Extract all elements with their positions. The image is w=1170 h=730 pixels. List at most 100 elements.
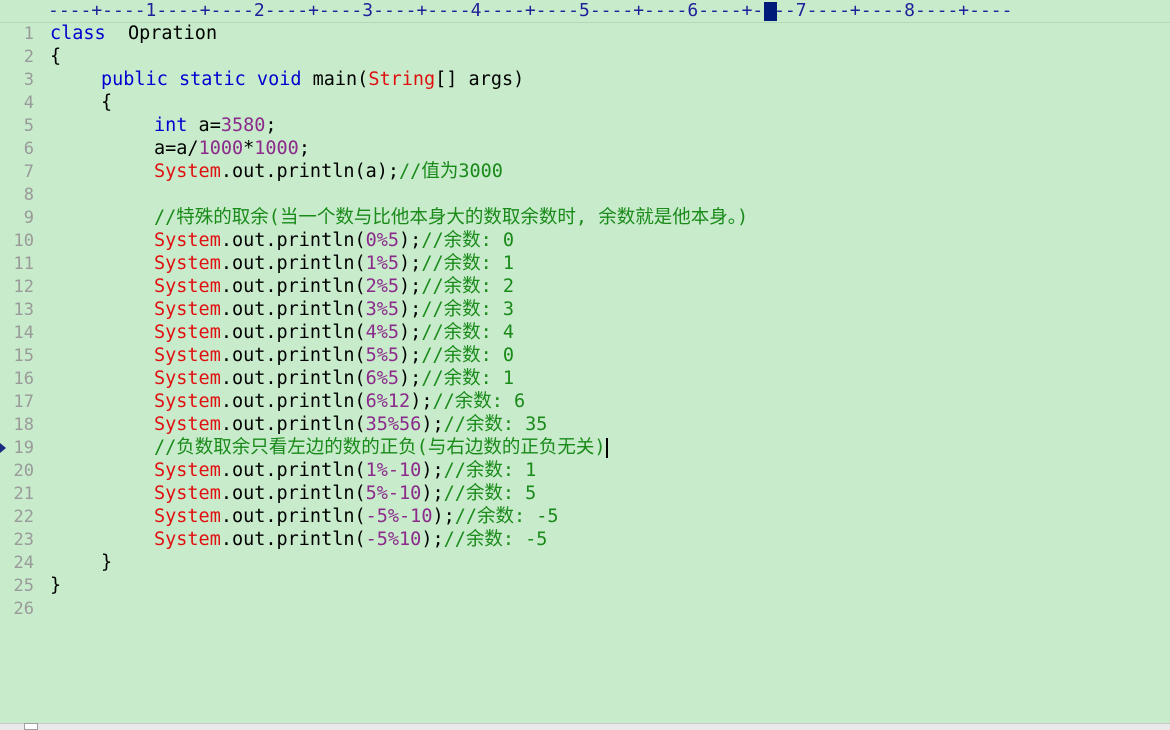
text-editor[interactable]: ----+----1----+----2----+----3----+----4… [0, 0, 1170, 730]
line-number: 23 [13, 530, 34, 550]
number-literal: 2%5 [365, 276, 400, 297]
code-line[interactable]: System.out.println(6%5);//余数: 1 [154, 367, 514, 390]
class-declaration-name: Opration [105, 23, 218, 44]
class-name: System [154, 391, 221, 412]
code-text: .out.println( [220, 483, 366, 504]
code-line-current[interactable]: //负数取余只看左边的数的正负(与右边数的正负无关) [154, 436, 608, 459]
code-text: .out.println( [220, 299, 366, 320]
code-text: ); [432, 506, 455, 527]
class-name: System [154, 506, 221, 527]
line-number: 1 [23, 24, 34, 44]
code-line[interactable]: System.out.println(-5%-10);//余数: -5 [154, 505, 559, 528]
code-text: ); [399, 253, 422, 274]
code-text: .out.println(a); [220, 161, 400, 182]
line-number: 3 [23, 70, 34, 90]
line-number: 7 [23, 162, 34, 182]
class-name: System [154, 230, 221, 251]
code-line[interactable]: System.out.println(35%56);//余数: 35 [154, 413, 547, 436]
class-name: System [154, 368, 221, 389]
class-name: System [154, 529, 221, 550]
number-literal: 35%56 [365, 414, 422, 435]
class-name: System [154, 322, 221, 343]
line-number: 16 [13, 369, 34, 389]
scrollbar-thumb[interactable] [24, 723, 38, 730]
line-number: 18 [13, 415, 34, 435]
brace: { [101, 92, 113, 113]
code-text: .out.println( [220, 414, 366, 435]
code-line[interactable]: System.out.println(-5%10);//余数: -5 [154, 528, 547, 551]
code-line[interactable]: System.out.println(4%5);//余数: 4 [154, 321, 514, 344]
code-line[interactable]: System.out.println(5%5);//余数: 0 [154, 344, 514, 367]
code-line[interactable]: System.out.println(1%5);//余数: 1 [154, 252, 514, 275]
line-number: 24 [13, 553, 34, 573]
number-literal: 1%-10 [365, 460, 422, 481]
comment: //余数: 35 [443, 414, 548, 435]
number-literal: 3%5 [365, 299, 400, 320]
code-text: ); [399, 345, 422, 366]
code-line[interactable]: System.out.println(3%5);//余数: 3 [154, 298, 514, 321]
class-name: System [154, 460, 221, 481]
number-literal: 4%5 [365, 322, 400, 343]
code-line[interactable]: public static void main(String[] args) [101, 68, 524, 91]
number-literal: -5%-10 [365, 506, 433, 527]
comment: //值为3000 [399, 161, 503, 182]
line-number: 20 [13, 461, 34, 481]
line-number: 26 [13, 599, 34, 619]
number-literal: 3580 [220, 115, 266, 136]
line-number: 15 [13, 346, 34, 366]
line-number: 12 [13, 277, 34, 297]
line-number: 2 [23, 47, 34, 67]
code-text: .out.println( [220, 322, 366, 343]
code-line[interactable]: a=a/1000*1000; [154, 137, 310, 160]
ruler-column-indicator [764, 2, 777, 21]
code-line[interactable]: } [50, 574, 61, 597]
horizontal-scrollbar[interactable] [0, 723, 1170, 730]
code-text: ); [399, 322, 422, 343]
class-name: System [154, 414, 221, 435]
code-line[interactable]: System.out.println(6%12);//余数: 6 [154, 390, 525, 413]
method-name: main( [301, 69, 369, 90]
code-line[interactable]: System.out.println(2%5);//余数: 2 [154, 275, 514, 298]
comment: //余数: -5 [454, 506, 559, 527]
line-number: 22 [13, 507, 34, 527]
code-text: .out.println( [220, 368, 366, 389]
code-text: ); [421, 460, 444, 481]
code-line[interactable]: class Opration [50, 22, 217, 45]
code-line[interactable]: System.out.println(a);//值为3000 [154, 160, 503, 183]
comment: //余数: 5 [443, 483, 537, 504]
class-name: System [154, 345, 221, 366]
comment: //余数: 3 [421, 299, 515, 320]
line-number: 9 [23, 208, 34, 228]
code-line[interactable]: { [101, 91, 112, 114]
comment: //余数: 1 [421, 253, 515, 274]
keyword: public static void [101, 69, 302, 90]
line-number: 6 [23, 139, 34, 159]
class-name: System [154, 161, 221, 182]
parameter-list: [] args) [435, 69, 525, 90]
code-line[interactable]: //特殊的取余(当一个数与比他本身大的数取余数时, 余数就是他本身。) [154, 206, 748, 229]
code-line[interactable]: int a=3580; [154, 114, 277, 137]
line-number: 13 [13, 300, 34, 320]
comment: //余数: 4 [421, 322, 515, 343]
code-line[interactable]: } [101, 551, 112, 574]
code-text: ); [421, 529, 444, 550]
class-name: System [154, 253, 221, 274]
number-literal: 5%5 [365, 345, 400, 366]
line-number-gutter[interactable]: 1 2 3 4 5 6 7 8 9 10 11 12 13 14 15 16 1… [0, 22, 40, 722]
code-text: .out.println( [220, 506, 366, 527]
code-line[interactable]: System.out.println(5%-10);//余数: 5 [154, 482, 536, 505]
code-line[interactable]: { [50, 45, 61, 68]
class-name: System [154, 299, 221, 320]
code-line[interactable]: System.out.println(0%5);//余数: 0 [154, 229, 514, 252]
comment: //余数: 0 [421, 230, 515, 251]
code-line[interactable]: System.out.println(1%-10);//余数: 1 [154, 459, 536, 482]
code-text: ); [399, 299, 422, 320]
line-number: 5 [23, 116, 34, 136]
code-text: .out.println( [220, 391, 366, 412]
comment: //余数: 0 [421, 345, 515, 366]
code-text: ; [298, 138, 310, 159]
number-literal: 1000 [254, 138, 299, 159]
number-literal: 6%12 [365, 391, 411, 412]
line-number: 14 [13, 323, 34, 343]
class-name: String [368, 69, 436, 90]
